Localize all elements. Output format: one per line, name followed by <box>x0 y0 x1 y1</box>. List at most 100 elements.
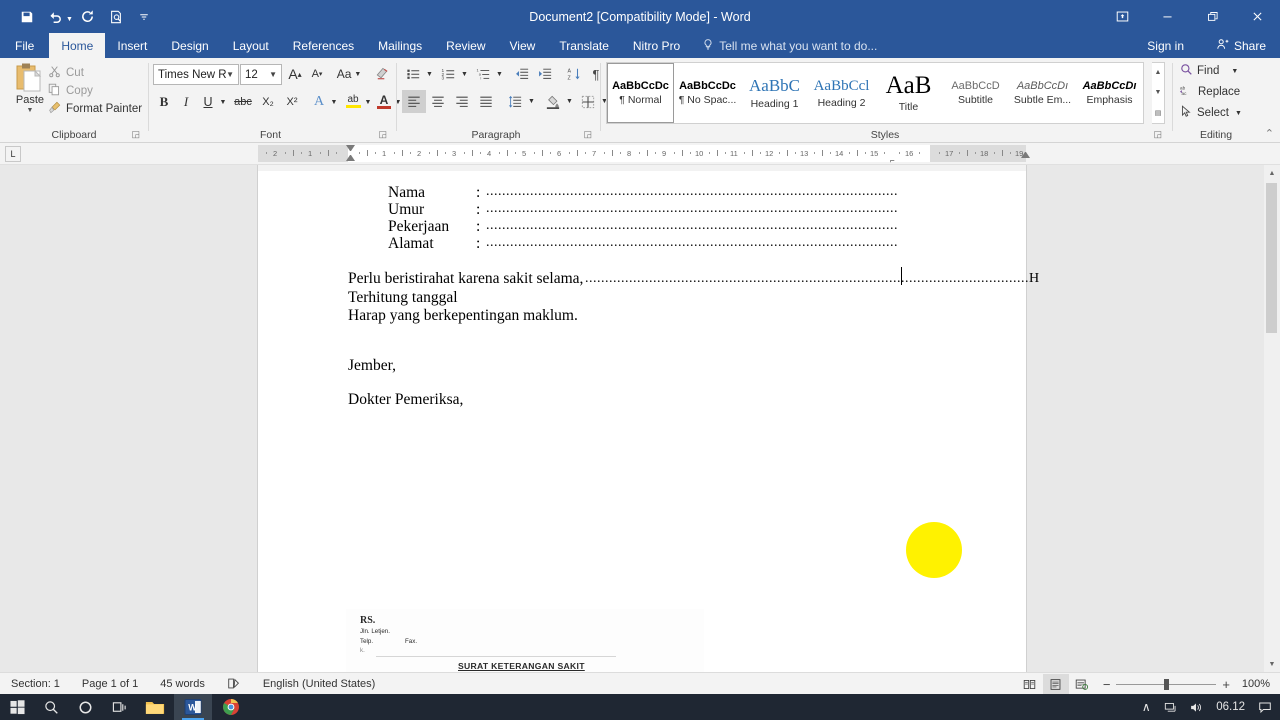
align-left-icon[interactable] <box>402 90 426 113</box>
right-indent-marker[interactable] <box>1021 152 1030 158</box>
save-icon[interactable] <box>14 5 40 29</box>
strikethrough-button[interactable]: abc <box>230 91 256 113</box>
align-right-icon[interactable] <box>450 90 474 113</box>
increase-indent-icon[interactable] <box>533 63 556 85</box>
bold-button[interactable]: B <box>153 91 175 113</box>
zoom-level-label[interactable]: 100% <box>1238 678 1280 690</box>
copy-button[interactable]: Copy <box>48 83 93 99</box>
cortana-icon[interactable] <box>68 694 102 720</box>
sort-icon[interactable]: AZ <box>562 63 585 85</box>
notifications-icon[interactable] <box>1254 701 1276 714</box>
replace-button[interactable]: ab ac Replace <box>1180 84 1240 100</box>
tab-review[interactable]: Review <box>434 33 497 58</box>
bullets-icon[interactable] <box>402 63 424 85</box>
network-icon[interactable] <box>1160 701 1182 714</box>
shrink-font-button[interactable]: A ▾ <box>306 62 328 86</box>
taskbar-clock[interactable]: 06.12 <box>1210 701 1251 713</box>
document-page[interactable]: Nama : .................................… <box>258 165 1039 672</box>
shading-icon[interactable] <box>542 90 564 113</box>
style-subtle-emphasis[interactable]: AaBbCcDı Subtle Em... <box>1009 63 1076 123</box>
text-highlight-button[interactable]: ab <box>342 88 364 114</box>
tab-design[interactable]: Design <box>159 33 220 58</box>
font-name-dropdown-icon[interactable]: ▼ <box>226 70 238 79</box>
change-case-button[interactable]: Aa ▼ <box>332 62 366 86</box>
hanging-indent-marker[interactable] <box>346 152 355 161</box>
scroll-down-icon[interactable]: ▼ <box>1264 656 1280 672</box>
text-effects-button[interactable]: A <box>308 91 330 113</box>
show-hidden-icons-icon[interactable]: ∧ <box>1135 700 1157 714</box>
paste-dropdown-icon[interactable]: ▼ <box>27 107 34 114</box>
shading-dropdown-icon[interactable]: ▼ <box>564 90 575 113</box>
styles-scroll-down-icon[interactable]: ▼ <box>1155 89 1162 96</box>
style-heading-1[interactable]: AaBbC Heading 1 <box>741 63 808 123</box>
superscript-button[interactable]: X² <box>280 91 304 113</box>
style-title[interactable]: AaB Title <box>875 63 942 123</box>
scroll-up-icon[interactable]: ▲ <box>1264 165 1280 181</box>
change-case-dropdown-icon[interactable]: ▼ <box>354 71 361 78</box>
start-icon[interactable] <box>0 694 34 720</box>
file-explorer-icon[interactable] <box>136 694 174 720</box>
style-normal[interactable]: AaBbCcDc ¶ Normal <box>607 63 674 123</box>
zoom-track[interactable] <box>1116 678 1217 690</box>
word-icon[interactable]: W <box>174 694 212 720</box>
scanned-certificate-image[interactable]: RS. Jln. Letjen. Telp. Fax. k. SURAT KET… <box>346 609 704 672</box>
ribbon-display-options-icon[interactable] <box>1100 0 1145 33</box>
customize-qat-icon[interactable] <box>131 5 157 29</box>
style-heading-2[interactable]: AaBbCcl Heading 2 <box>808 63 875 123</box>
tab-stop-selector[interactable]: L <box>5 146 21 162</box>
tab-file[interactable]: File <box>0 33 49 58</box>
styles-more-icon[interactable]: ▤ <box>1155 109 1162 117</box>
style-no-spacing[interactable]: AaBbCcDc ¶ No Spac... <box>674 63 741 123</box>
numbering-dropdown-icon[interactable]: ▼ <box>459 63 470 85</box>
justify-icon[interactable] <box>474 90 498 113</box>
line-spacing-icon[interactable] <box>504 90 526 113</box>
read-mode-view-button[interactable] <box>1017 674 1043 694</box>
redo-icon[interactable] <box>75 5 101 29</box>
tab-references[interactable]: References <box>281 33 366 58</box>
horizontal-ruler[interactable]: 2 1 1 2 3 4 5 6 7 8 9 10 11 12 13 14 15 … <box>258 145 1030 165</box>
clear-formatting-button[interactable] <box>370 62 392 86</box>
font-size-input[interactable]: 12 ▼ <box>240 64 282 85</box>
underline-dropdown-icon[interactable]: ▼ <box>217 91 229 113</box>
undo-dropdown-icon[interactable]: ▼ <box>66 16 73 23</box>
document-canvas[interactable]: Nama : .................................… <box>0 165 1280 672</box>
print-preview-icon[interactable] <box>103 5 129 29</box>
paragraph-dialog-launcher[interactable]: ◲ <box>583 129 592 140</box>
print-layout-view-button[interactable] <box>1042 674 1069 694</box>
task-view-icon[interactable] <box>102 694 136 720</box>
sign-in-button[interactable]: Sign in <box>1147 33 1184 58</box>
tab-insert[interactable]: Insert <box>105 33 159 58</box>
multilevel-list-dropdown-icon[interactable]: ▼ <box>494 63 505 85</box>
font-dialog-launcher[interactable]: ◲ <box>378 129 387 140</box>
scrollbar-thumb[interactable] <box>1266 183 1277 333</box>
zoom-slider[interactable]: − + <box>1095 677 1238 692</box>
zoom-in-button[interactable]: + <box>1222 677 1230 692</box>
volume-icon[interactable] <box>1185 701 1207 714</box>
multilevel-list-icon[interactable]: 1ai <box>472 63 494 85</box>
format-painter-button[interactable]: Format Painter <box>48 101 142 117</box>
tab-view[interactable]: View <box>498 33 548 58</box>
web-layout-view-button[interactable] <box>1069 674 1095 694</box>
tab-nitro-pro[interactable]: Nitro Pro <box>621 33 692 58</box>
share-button[interactable]: Share <box>1208 33 1274 58</box>
text-highlight-dropdown-icon[interactable]: ▼ <box>362 91 374 113</box>
tell-me-box[interactable]: Tell me what you want to do... <box>702 33 877 58</box>
status-page[interactable]: Page 1 of 1 <box>71 678 149 690</box>
grow-font-button[interactable]: A ▴ <box>284 62 306 86</box>
select-dropdown-icon[interactable]: ▼ <box>1235 110 1242 117</box>
subscript-button[interactable]: X₂ <box>256 91 280 113</box>
vertical-scrollbar[interactable]: ▲ ▼ <box>1264 165 1280 672</box>
style-subtitle[interactable]: AaBbCcD Subtitle <box>942 63 1009 123</box>
clipboard-dialog-launcher[interactable]: ◲ <box>131 129 140 140</box>
decrease-indent-icon[interactable] <box>510 63 533 85</box>
select-button[interactable]: Select ▼ <box>1180 105 1242 121</box>
styles-scroll-up-icon[interactable]: ▲ <box>1155 69 1162 76</box>
restore-icon[interactable] <box>1190 0 1235 33</box>
zoom-thumb[interactable] <box>1164 678 1170 690</box>
italic-button[interactable]: I <box>175 91 197 113</box>
minimize-icon[interactable] <box>1145 0 1190 33</box>
borders-icon[interactable] <box>577 90 599 113</box>
tab-mailings[interactable]: Mailings <box>366 33 434 58</box>
text-effects-dropdown-icon[interactable]: ▼ <box>328 91 340 113</box>
find-button[interactable]: Find ▼ <box>1180 63 1238 79</box>
